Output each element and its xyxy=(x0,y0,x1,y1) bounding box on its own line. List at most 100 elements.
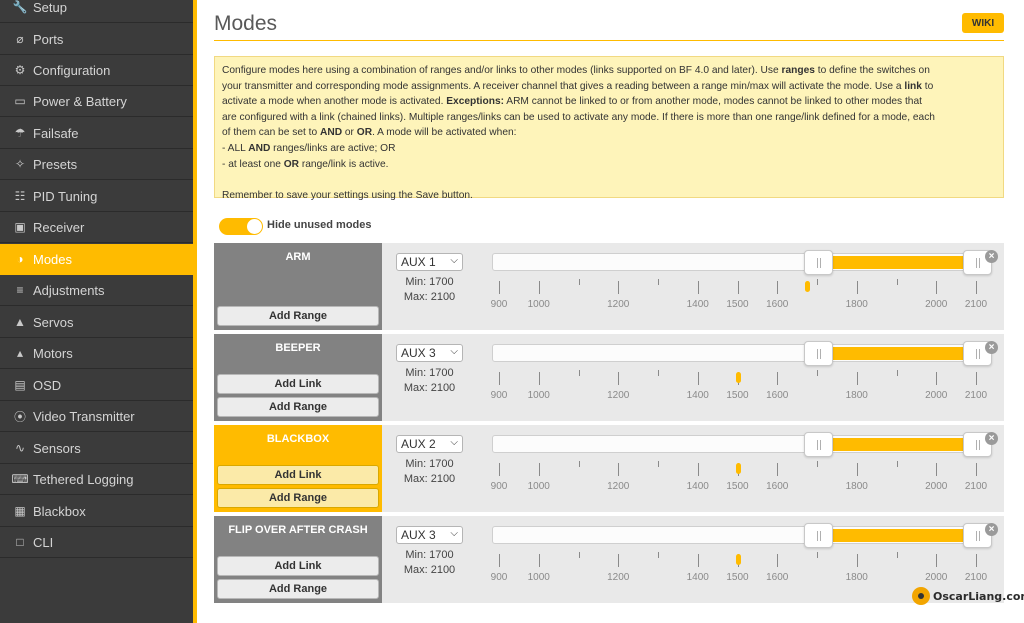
scale-tick xyxy=(499,463,500,476)
scale-tick-label: 900 xyxy=(490,390,508,401)
sidebar-item-pid-tuning[interactable]: ☷ PID Tuning xyxy=(0,181,193,212)
scale-tick xyxy=(896,370,898,376)
scale-tick xyxy=(936,281,938,294)
scale-tick xyxy=(856,372,858,385)
chevron-down-icon: ⌵ xyxy=(450,255,458,266)
scale-tick xyxy=(658,552,659,558)
sidebar: 🔧 Setup ⌀ Ports ⚙ Configuration ▭ Power & Batte… xyxy=(0,0,193,623)
scale-tick-label: 1800 xyxy=(845,481,868,492)
sitemap-icon: ☷ xyxy=(14,189,26,203)
scale-tick-label: 1400 xyxy=(686,481,709,492)
add-range-button[interactable]: Add Range xyxy=(217,397,379,417)
sidebar-item-osd[interactable]: ▤ OSD xyxy=(0,370,193,401)
sidebar-item-setup[interactable]: 🔧 Setup xyxy=(0,0,193,23)
range-max-label: Max: 2100 xyxy=(403,564,456,576)
gear-icon: ⚙ xyxy=(14,63,26,77)
hide-unused-modes-label: Hide unused modes xyxy=(267,219,372,231)
scale-tick-label: 1500 xyxy=(726,390,749,401)
aux-channel-select[interactable]: AUX 3 ⌵ xyxy=(396,344,463,362)
scale-tick xyxy=(578,279,580,285)
wrench-icon: 🔧 xyxy=(12,0,28,14)
scale-tick-label: 1600 xyxy=(766,481,789,492)
sidebar-item-failsafe[interactable]: ☂ Failsafe xyxy=(0,118,193,149)
remove-range-icon[interactable]: × xyxy=(985,432,998,445)
add-range-button[interactable]: Add Range xyxy=(217,579,379,599)
scale-tick xyxy=(856,554,858,567)
range-min-handle[interactable] xyxy=(804,432,833,457)
help-text: activate a mode when another mode is act… xyxy=(222,96,447,108)
sidebar-item-modes[interactable]: ◑ Modes xyxy=(0,244,193,275)
sidebar-item-blackbox[interactable]: ▦ Blackbox xyxy=(0,496,193,527)
sliders-icon: ≡ xyxy=(16,283,24,297)
scale-tick xyxy=(618,281,620,294)
scale-tick xyxy=(817,370,818,376)
scale-tick-label: 900 xyxy=(490,572,508,583)
range-min-handle[interactable] xyxy=(804,523,833,548)
scale-tick-label: 2000 xyxy=(925,299,948,310)
sidebar-item-ports[interactable]: ⌀ Ports xyxy=(0,24,193,55)
scale-tick-label: 1200 xyxy=(607,299,630,310)
scale-tick xyxy=(817,279,818,285)
range-min-label: Min: 1700 xyxy=(405,276,454,288)
sidebar-item-power-battery[interactable]: ▭ Power & Battery xyxy=(0,86,193,117)
sidebar-item-motors[interactable]: ▴ Motors xyxy=(0,338,193,369)
help-line: Remember to save your settings using the… xyxy=(222,188,995,204)
scale-tick-label: 2100 xyxy=(964,572,988,583)
scale-tick xyxy=(538,463,540,476)
range-min-handle[interactable] xyxy=(804,341,833,366)
scale-tick xyxy=(936,372,938,385)
remove-range-icon[interactable]: × xyxy=(985,250,998,263)
sidebar-item-configuration[interactable]: ⚙ Configuration xyxy=(0,55,193,86)
mode-name: FLIP OVER AFTER CRASH xyxy=(228,524,368,536)
sidebar-item-sensors[interactable]: ∿ Sensors xyxy=(0,433,193,464)
sidebar-item-presets[interactable]: ✧ Presets xyxy=(0,149,193,180)
scale-tick xyxy=(936,463,938,476)
sidebar-item-label: Ports xyxy=(33,31,64,47)
sidebar-item-video-transmitter[interactable]: ⦿ Video Transmitter xyxy=(0,401,193,432)
wiki-button[interactable]: WIKI xyxy=(962,13,1004,33)
scale-tick xyxy=(777,281,779,294)
scale-tick-label: 1600 xyxy=(766,299,789,310)
robot-icon: ▣ xyxy=(14,220,26,234)
help-text: ARM cannot be linked to or from another … xyxy=(504,96,922,108)
sidebar-item-servos[interactable]: ▲ Servos xyxy=(0,307,193,338)
range-fill xyxy=(818,347,977,360)
scale-tick xyxy=(896,461,898,467)
add-range-button[interactable]: Add Range xyxy=(217,488,379,508)
range-slider-track[interactable] xyxy=(492,523,992,548)
sidebar-item-receiver[interactable]: ▣ Receiver xyxy=(0,212,193,243)
sidebar-item-label: Motors xyxy=(33,345,73,361)
add-range-button[interactable]: Add Range xyxy=(217,306,379,326)
range-slider-track[interactable] xyxy=(492,432,992,457)
range-min-handle[interactable] xyxy=(804,250,833,275)
aux-channel-select[interactable]: AUX 3 ⌵ xyxy=(396,526,463,544)
scale-tick xyxy=(976,372,977,385)
sidebar-item-cli[interactable]: □ CLI xyxy=(0,527,193,558)
help-keyword: link xyxy=(904,80,922,92)
help-text: range/link is active. xyxy=(299,158,389,170)
sidebar-item-tethered-logging[interactable]: ⌨ Tethered Logging xyxy=(0,464,193,495)
help-keyword: AND xyxy=(319,127,343,139)
hide-unused-modes-toggle[interactable] xyxy=(219,218,263,235)
remove-range-icon[interactable]: × xyxy=(985,523,998,536)
scale-tick xyxy=(618,554,620,567)
add-link-button[interactable]: Add Link xyxy=(217,374,379,394)
sidebar-item-adjustments[interactable]: ≡ Adjustments xyxy=(0,275,193,306)
sidebar-accent-bar xyxy=(193,0,197,623)
keyboard-icon: ⌨ xyxy=(11,472,29,486)
broadcast-icon: ⦿ xyxy=(13,409,26,424)
add-link-button[interactable]: Add Link xyxy=(217,465,379,485)
chevron-down-icon: ⌵ xyxy=(450,528,458,539)
aux-channel-select[interactable]: AUX 1 ⌵ xyxy=(396,253,463,271)
help-line: are configured with a link (chained link… xyxy=(222,110,995,126)
help-text: or xyxy=(342,127,357,139)
range-slider-track[interactable] xyxy=(492,341,992,366)
scale-tick-label: 1000 xyxy=(527,481,550,492)
scale-tick-label: 2100 xyxy=(964,481,988,492)
scale-tick-label: 1000 xyxy=(527,299,550,310)
remove-range-icon[interactable]: × xyxy=(985,341,998,354)
range-slider-track[interactable] xyxy=(492,250,992,275)
add-link-button[interactable]: Add Link xyxy=(217,556,379,576)
range-max-label: Max: 2100 xyxy=(403,291,456,303)
aux-channel-select[interactable]: AUX 2 ⌵ xyxy=(396,435,463,453)
